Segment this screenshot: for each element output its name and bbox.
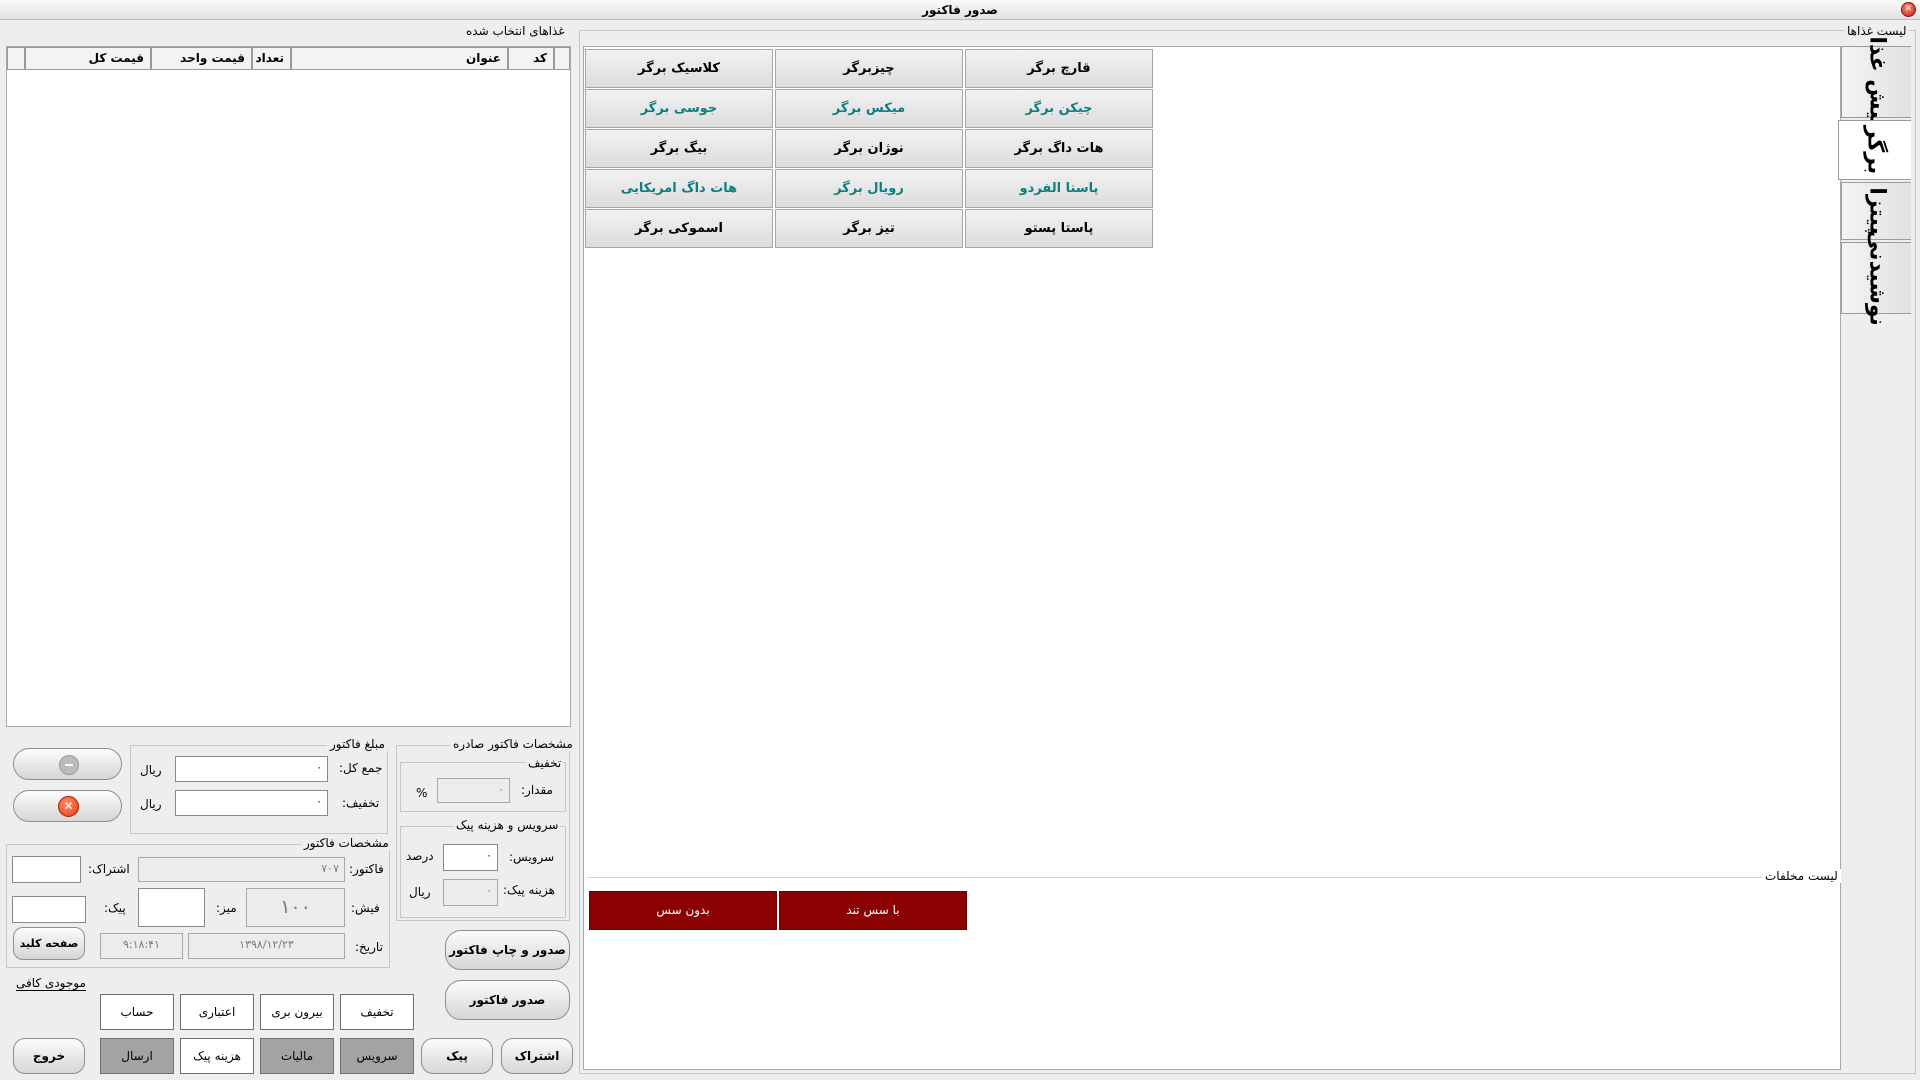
table-header-cell	[554, 47, 570, 70]
food-item-button[interactable]: قارچ برگر	[965, 49, 1153, 88]
food-item-button[interactable]: بیگ برگر	[585, 129, 773, 168]
food-item-button[interactable]: اسموکی برگر	[585, 209, 773, 248]
table-input[interactable]	[138, 888, 205, 927]
food-item-button[interactable]: تیز برگر	[775, 209, 963, 248]
service-input[interactable]: ۰	[443, 844, 498, 871]
invoice-number-value: ۷۰۷	[321, 862, 339, 875]
currency-label: ریال	[140, 797, 162, 811]
selected-foods-table[interactable]: قیمت کل قیمت واحد تعداد عنوان کد	[6, 46, 571, 727]
invoice-number-field: ۷۰۷	[138, 857, 345, 882]
table-header-total: قیمت کل	[25, 47, 151, 70]
subscription-label: اشتراک:	[88, 862, 130, 876]
clear-items-button[interactable]: ✕	[13, 790, 122, 822]
selected-foods-title: غذاهای انتخاب شده	[466, 24, 565, 38]
close-window-icon[interactable]: ✕	[1901, 2, 1916, 17]
courier-button[interactable]: پیک	[421, 1038, 493, 1074]
currency-label: ریال	[140, 763, 162, 777]
service-unit: درصد	[406, 849, 434, 863]
send-button[interactable]: ارسال	[100, 1038, 174, 1074]
account-button[interactable]: حساب	[100, 994, 174, 1030]
food-item-button[interactable]: چیزبرگر	[775, 49, 963, 88]
food-item-button[interactable]: نوژان برگر	[775, 129, 963, 168]
subscription-button[interactable]: اشتراک	[501, 1038, 573, 1074]
courier-input[interactable]	[12, 896, 86, 923]
tab-burger[interactable]: برگر	[1838, 120, 1911, 180]
food-item-button[interactable]: چیکن برگر	[965, 89, 1153, 128]
tab-label: برگر	[1862, 125, 1888, 175]
food-item-button[interactable]: جوسی برگر	[585, 89, 773, 128]
discount-amount-value: ۰	[498, 783, 504, 796]
exit-button[interactable]: خروج	[13, 1038, 85, 1074]
delivery-cost-input[interactable]: ۰	[443, 879, 498, 906]
service-value: ۰	[486, 849, 492, 862]
invoice-number-label: فاکتور:	[349, 862, 384, 876]
issue-invoice-button[interactable]: صدور فاکتور	[445, 980, 570, 1020]
service-label: سرویس:	[509, 850, 555, 864]
food-item-button[interactable]: رویال برگر	[775, 169, 963, 208]
food-item-button[interactable]: میکس برگر	[775, 89, 963, 128]
invoice-amount-title: مبلغ فاکتور	[327, 737, 388, 751]
tab-label: پیش غذا	[1864, 36, 1889, 128]
total-value: ۰	[316, 761, 322, 774]
table-header-code: کد	[508, 47, 554, 70]
credit-button[interactable]: اعتباری	[180, 994, 254, 1030]
date-label: تاریخ:	[355, 940, 383, 954]
extras-title: لیست مخلفات	[1762, 869, 1841, 883]
extras-divider	[587, 877, 1839, 878]
table-header-unit-price: قیمت واحد	[151, 47, 252, 70]
extra-item-hot-sauce[interactable]: با سس تند	[779, 891, 967, 930]
discount-amount-input[interactable]: ۰	[437, 778, 510, 803]
delivery-cost-label: هزینه پیک:	[503, 883, 555, 897]
discount-subgroup-title: تخفیف	[526, 756, 564, 770]
amount-label: مقدار:	[521, 783, 553, 797]
food-item-button[interactable]: کلاسیک برگر	[585, 49, 773, 88]
food-item-button[interactable]: پاستا پستو	[965, 209, 1153, 248]
delivery-cost-button[interactable]: هزینه پیک	[180, 1038, 254, 1074]
table-header-qty: تعداد	[252, 47, 291, 70]
tab-label: پیتزا	[1864, 187, 1889, 235]
date-field: ۱۳۹۸/۱۲/۲۳	[188, 933, 345, 959]
total-label: جمع کل:	[339, 761, 383, 775]
tab-appetizer[interactable]: پیش غذا	[1841, 36, 1911, 128]
invoice-specs-title: مشخصات فاکتور	[301, 836, 392, 850]
delivery-cost-unit: ریال	[409, 885, 431, 899]
table-header-name: عنوان	[291, 47, 508, 70]
subscription-input[interactable]	[12, 856, 81, 883]
remove-item-button[interactable]	[13, 748, 122, 780]
discount-value: ۰	[316, 795, 322, 808]
tab-drinks[interactable]: نوشیدنی	[1841, 230, 1911, 326]
coffee-stock-link[interactable]: موجودی کافی	[16, 976, 86, 991]
window-title-bar: صدور فاکتور	[0, 0, 1920, 20]
receipt-number-field: ۱۰۰	[246, 888, 345, 927]
percent-label: %	[416, 786, 428, 800]
food-item-button[interactable]: هات داگ امریکایی	[585, 169, 773, 208]
keyboard-button[interactable]: صفحه کلید	[13, 927, 85, 960]
tax-button[interactable]: مالیات	[260, 1038, 334, 1074]
cancel-icon: ✕	[58, 796, 79, 817]
food-item-button[interactable]: پاستا الفردو	[965, 169, 1153, 208]
service-button[interactable]: سرویس	[340, 1038, 414, 1074]
delivery-cost-value: ۰	[486, 884, 492, 897]
issue-and-print-button[interactable]: صدور و چاپ فاکتور	[445, 930, 570, 970]
table-header-cell	[7, 47, 25, 70]
extra-item-no-sauce[interactable]: بدون سس	[589, 891, 777, 930]
discount-label: تخفیف:	[342, 796, 380, 810]
issued-invoice-title: مشخصات فاکتور صادره	[450, 737, 576, 751]
service-subgroup-title: سرویس و هزینه پیک	[454, 818, 561, 832]
discount-button[interactable]: تخفیف	[340, 994, 414, 1030]
table-label: میز:	[216, 901, 237, 915]
total-field: ۰	[175, 756, 328, 782]
courier-label: پیک:	[104, 901, 126, 915]
receipt-label: فیش:	[351, 901, 380, 915]
minus-icon	[59, 755, 79, 775]
time-field: ۹:۱۸:۴۱	[100, 933, 183, 959]
takeaway-button[interactable]: بیرون بری	[260, 994, 334, 1030]
tab-label: نوشیدنی	[1864, 230, 1889, 326]
window-title: صدور فاکتور	[922, 3, 998, 17]
food-item-button[interactable]: هات داگ برگر	[965, 129, 1153, 168]
discount-field: ۰	[175, 790, 328, 816]
